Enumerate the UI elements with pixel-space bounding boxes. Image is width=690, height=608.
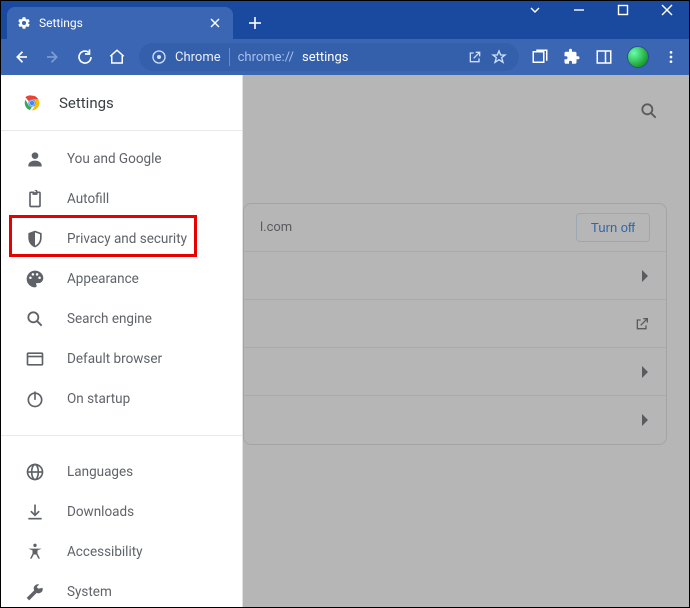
reload-button[interactable]: [75, 47, 95, 67]
nav-secondary: Languages Downloads Accessibility System…: [1, 444, 242, 607]
sidebar-item-autofill[interactable]: Autofill: [1, 179, 242, 219]
chrome-icon: [151, 49, 167, 65]
sidebar-item-label: Search engine: [67, 311, 152, 327]
power-icon: [25, 389, 45, 409]
sidebar-item-label: Autofill: [67, 191, 109, 207]
sidebar-item-label: Accessibility: [67, 544, 143, 560]
chevron-down-icon[interactable]: [513, 1, 557, 19]
sidebar-item-downloads[interactable]: Downloads: [1, 492, 242, 532]
dim-overlay: [243, 75, 689, 607]
sidebar-item-accessibility[interactable]: Accessibility: [1, 532, 242, 572]
sidebar-item-label: Privacy and security: [67, 231, 187, 247]
sidebar-item-label: Default browser: [67, 351, 162, 367]
sidebar-item-languages[interactable]: Languages: [1, 452, 242, 492]
toolbar-right: [531, 46, 679, 68]
person-icon: [25, 149, 45, 169]
wrench-icon: [25, 582, 45, 602]
chrome-logo-icon: [21, 92, 43, 114]
window-close-button[interactable]: [645, 1, 689, 19]
side-panel-icon[interactable]: [595, 48, 613, 66]
sidebar-item-label: Appearance: [67, 271, 139, 287]
window-minimize-button[interactable]: [557, 1, 601, 19]
new-tab-button[interactable]: [241, 9, 269, 37]
url-path: settings: [302, 50, 348, 65]
back-button[interactable]: [11, 47, 31, 67]
sidebar-item-label: You and Google: [67, 151, 162, 167]
tab-overview-icon[interactable]: [531, 48, 549, 66]
gear-icon: [17, 16, 31, 30]
sidebar-item-label: System: [67, 584, 112, 600]
sidebar-item-on-startup[interactable]: On startup: [1, 379, 242, 419]
sidebar-item-privacy-security[interactable]: Privacy and security: [1, 219, 242, 259]
download-icon: [25, 502, 45, 522]
close-icon[interactable]: [207, 15, 223, 31]
browser-toolbar: Chrome chrome:// settings: [1, 39, 689, 75]
forward-button: [43, 47, 63, 67]
page-title: Settings: [59, 94, 114, 112]
divider: [1, 435, 242, 436]
accessibility-icon: [25, 542, 45, 562]
sidebar-header: Settings: [1, 75, 242, 131]
address-bar[interactable]: Chrome chrome:// settings: [139, 43, 519, 71]
menu-dots-icon[interactable]: [663, 49, 679, 65]
divider: [229, 48, 230, 66]
profile-avatar[interactable]: [627, 46, 649, 68]
shield-icon: [25, 229, 45, 249]
browser-tab[interactable]: Settings: [7, 7, 233, 39]
search-icon: [25, 309, 45, 329]
sidebar-item-label: Languages: [67, 464, 133, 480]
sidebar-item-label: Downloads: [67, 504, 134, 520]
window-controls: [513, 1, 689, 19]
content-area: Settings You and Google Autofill Privacy…: [1, 75, 689, 607]
window-titlebar: Settings: [1, 1, 689, 39]
tab-title: Settings: [39, 16, 199, 30]
browser-window-icon: [25, 349, 45, 369]
clipboard-icon: [25, 189, 45, 209]
url-scheme: chrome://: [238, 50, 294, 65]
extensions-icon[interactable]: [563, 48, 581, 66]
nav-primary: You and Google Autofill Privacy and secu…: [1, 131, 242, 427]
palette-icon: [25, 269, 45, 289]
sidebar-item-you-and-google[interactable]: You and Google: [1, 139, 242, 179]
url-label: Chrome: [175, 50, 221, 65]
sidebar-item-label: On startup: [67, 391, 130, 407]
share-icon[interactable]: [467, 49, 483, 65]
sidebar-item-system[interactable]: System: [1, 572, 242, 607]
window-maximize-button[interactable]: [601, 1, 645, 19]
bookmark-star-icon[interactable]: [491, 49, 507, 65]
sidebar-item-search-engine[interactable]: Search engine: [1, 299, 242, 339]
sidebar-item-appearance[interactable]: Appearance: [1, 259, 242, 299]
sidebar-item-default-browser[interactable]: Default browser: [1, 339, 242, 379]
home-button[interactable]: [107, 47, 127, 67]
globe-icon: [25, 462, 45, 482]
sidebar-scroll[interactable]: You and Google Autofill Privacy and secu…: [1, 131, 242, 607]
main-pane: l.com Turn off: [243, 75, 689, 607]
settings-sidebar: Settings You and Google Autofill Privacy…: [1, 75, 243, 607]
